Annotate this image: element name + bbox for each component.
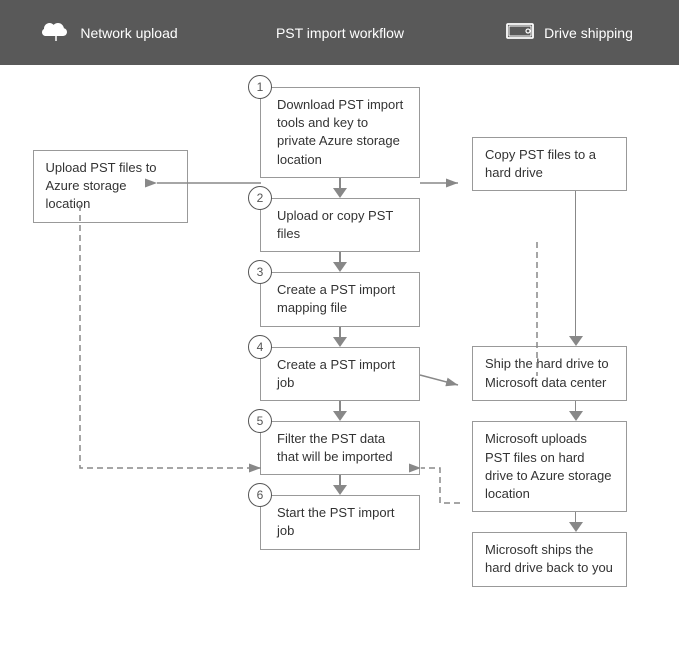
arrow-3-4 [333,327,347,347]
arrow-5-6 [333,475,347,495]
step-4-circle: 4 [248,335,272,359]
step-2-circle: 2 [248,186,272,210]
network-upload-body: Upload PST files to Azure storage locati… [0,65,220,667]
drive-shipping-body: Copy PST files to a hard drive Ship the … [460,65,679,667]
right-arrow-3 [498,512,653,532]
column-drive-shipping: Drive shipping Copy PST files to a hard … [460,0,679,667]
ship-drive-box: Ship the hard drive to Microsoft data ce… [472,346,627,401]
network-upload-header: Network upload [0,0,220,65]
step-2-wrapper: 2 Upload or copy PST files [260,198,420,252]
ms-uploads-text: Microsoft uploads PST files on hard driv… [485,431,611,501]
arrow-2-3 [333,252,347,272]
pst-workflow-header: PST import workflow [220,0,460,65]
network-upload-title: Network upload [80,25,177,41]
column-pst-workflow: PST import workflow 1 Download PST impor… [220,0,460,667]
step-2-box: Upload or copy PST files [260,198,420,252]
pst-workflow-title: PST import workflow [276,25,404,41]
copy-pst-box: Copy PST files to a hard drive [472,137,627,191]
step-1-wrapper: 1 Download PST import tools and key to p… [260,87,420,178]
drive-shipping-header: Drive shipping [460,0,679,65]
step-6-text: Start the PST import job [277,505,395,538]
step-4-wrapper: 4 Create a PST import job [260,347,420,401]
drive-icon [506,20,534,46]
step-5-text: Filter the PST data that will be importe… [277,431,393,464]
ship-drive-wrapper: Ship the hard drive to Microsoft data ce… [472,346,627,401]
ms-ships-back-wrapper: Microsoft ships the hard drive back to y… [472,532,627,587]
step-1-circle: 1 [248,75,272,99]
step-4-text: Create a PST import job [277,357,395,390]
step-1-text: Download PST import tools and key to pri… [277,97,403,167]
ms-ships-back-box: Microsoft ships the hard drive back to y… [472,532,627,587]
copy-pst-wrapper: Copy PST files to a hard drive [472,137,627,191]
step-3-wrapper: 3 Create a PST import mapping file [260,272,420,326]
step-5-box: Filter the PST data that will be importe… [260,421,420,475]
step-5-wrapper: 5 Filter the PST data that will be impor… [260,421,420,475]
step-3-circle: 3 [248,260,272,284]
ms-uploads-wrapper: Microsoft uploads PST files on hard driv… [472,421,627,512]
upload-pst-box: Upload PST files to Azure storage locati… [33,150,188,223]
pst-workflow-body: 1 Download PST import tools and key to p… [220,65,460,667]
copy-pst-text: Copy PST files to a hard drive [485,147,596,180]
step-6-box: Start the PST import job [260,495,420,549]
right-arrow-1 [498,191,653,346]
ms-uploads-box: Microsoft uploads PST files on hard driv… [472,421,627,512]
right-arrow-2 [498,401,653,421]
step-5-circle: 5 [248,409,272,433]
step-1-box: Download PST import tools and key to pri… [260,87,420,178]
arrow-1-2 [333,178,347,198]
diagram-container: Network upload Upload PST files to Azure… [0,0,679,667]
column-network-upload: Network upload Upload PST files to Azure… [0,0,220,667]
step-3-box: Create a PST import mapping file [260,272,420,326]
step-6-wrapper: 6 Start the PST import job [260,495,420,549]
ms-ships-back-text: Microsoft ships the hard drive back to y… [485,542,613,575]
step-4-box: Create a PST import job [260,347,420,401]
step-2-text: Upload or copy PST files [277,208,393,241]
drive-shipping-title: Drive shipping [544,25,633,41]
ship-drive-text: Ship the hard drive to Microsoft data ce… [485,356,609,389]
step-3-text: Create a PST import mapping file [277,282,395,315]
cloud-icon [42,19,70,47]
arrow-4-5 [333,401,347,421]
upload-pst-text: Upload PST files to Azure storage locati… [46,160,157,211]
